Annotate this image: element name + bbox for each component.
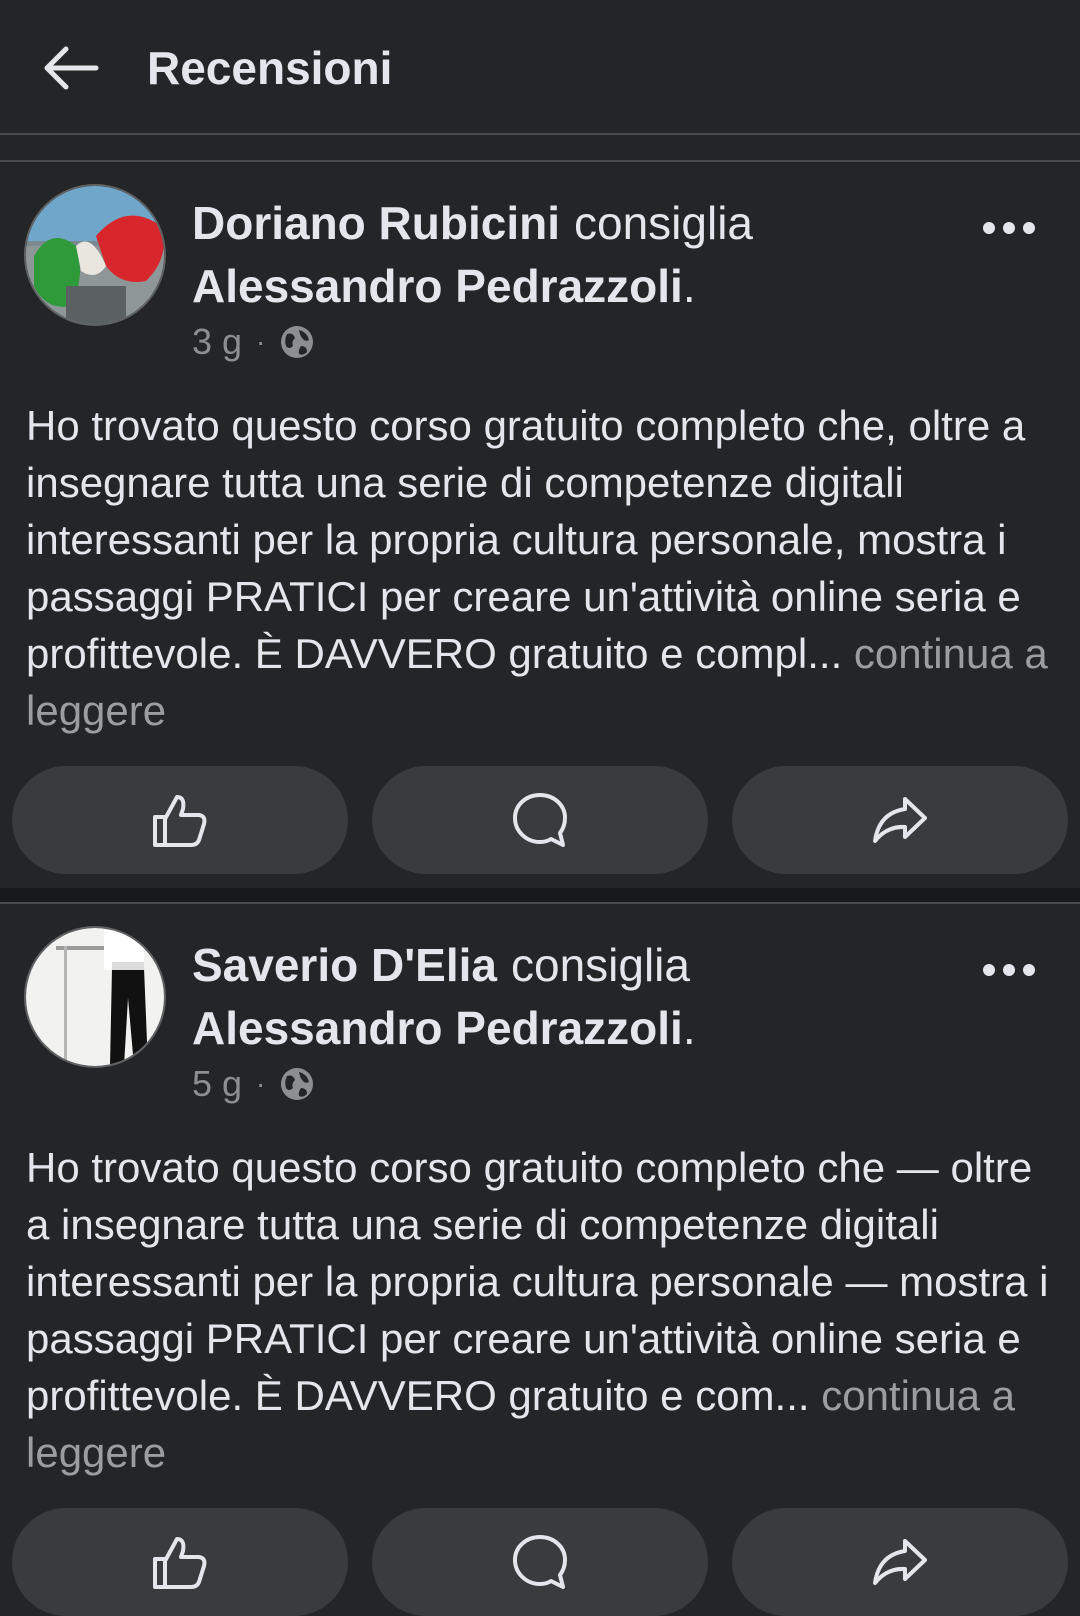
post-separator xyxy=(0,888,1080,902)
post-time[interactable]: 3 g xyxy=(192,321,242,363)
post-meta: 5 g · xyxy=(192,1062,315,1106)
like-icon xyxy=(151,791,209,849)
page-name[interactable]: Alessandro Pedrazzoli xyxy=(192,260,683,312)
more-options-button[interactable] xyxy=(974,948,1044,992)
globe-icon xyxy=(279,324,315,360)
globe-icon xyxy=(279,1066,315,1102)
comment-button[interactable] xyxy=(372,1508,708,1616)
meta-separator: · xyxy=(256,326,266,357)
action-bar xyxy=(12,1508,1068,1616)
post-text: Ho trovato questo corso gratuito complet… xyxy=(26,397,1066,739)
recommend-verb: consiglia xyxy=(510,939,690,991)
period: . xyxy=(682,260,696,312)
share-button[interactable] xyxy=(732,1508,1068,1616)
period: . xyxy=(682,1002,696,1054)
like-icon xyxy=(151,1533,209,1591)
comment-button[interactable] xyxy=(372,766,708,874)
share-button[interactable] xyxy=(732,766,1068,874)
avatar[interactable] xyxy=(24,926,166,1068)
more-dots-icon xyxy=(982,221,1036,235)
like-button[interactable] xyxy=(12,1508,348,1616)
action-bar xyxy=(12,766,1068,874)
back-button[interactable] xyxy=(28,28,114,108)
more-dots-icon xyxy=(982,963,1036,977)
post-time[interactable]: 5 g xyxy=(192,1063,242,1105)
share-icon xyxy=(871,791,929,849)
like-button[interactable] xyxy=(12,766,348,874)
review-post: Saverio D'Elia consiglia Alessandro Pedra… xyxy=(0,904,1080,1616)
avatar[interactable] xyxy=(24,184,166,326)
top-bar: Recensioni xyxy=(0,0,1080,135)
post-text: Ho trovato questo corso gratuito complet… xyxy=(26,1139,1066,1481)
page-name[interactable]: Alessandro Pedrazzoli xyxy=(192,1002,683,1054)
share-icon xyxy=(871,1533,929,1591)
review-post: Doriano Rubicini consiglia Alessandro Ped… xyxy=(0,162,1080,888)
comment-icon xyxy=(511,791,569,849)
recommend-verb: consiglia xyxy=(574,197,753,249)
post-header: Doriano Rubicini consiglia Alessandro Ped… xyxy=(192,192,952,318)
arrow-left-icon xyxy=(42,45,100,91)
author-name[interactable]: Saverio D'Elia xyxy=(192,939,497,991)
page-title: Recensioni xyxy=(147,42,393,94)
post-header: Saverio D'Elia consiglia Alessandro Pedra… xyxy=(192,934,952,1060)
post-meta: 3 g · xyxy=(192,320,315,364)
comment-icon xyxy=(511,1533,569,1591)
more-options-button[interactable] xyxy=(974,206,1044,250)
meta-separator: · xyxy=(256,1068,266,1099)
author-name[interactable]: Doriano Rubicini xyxy=(192,197,560,249)
